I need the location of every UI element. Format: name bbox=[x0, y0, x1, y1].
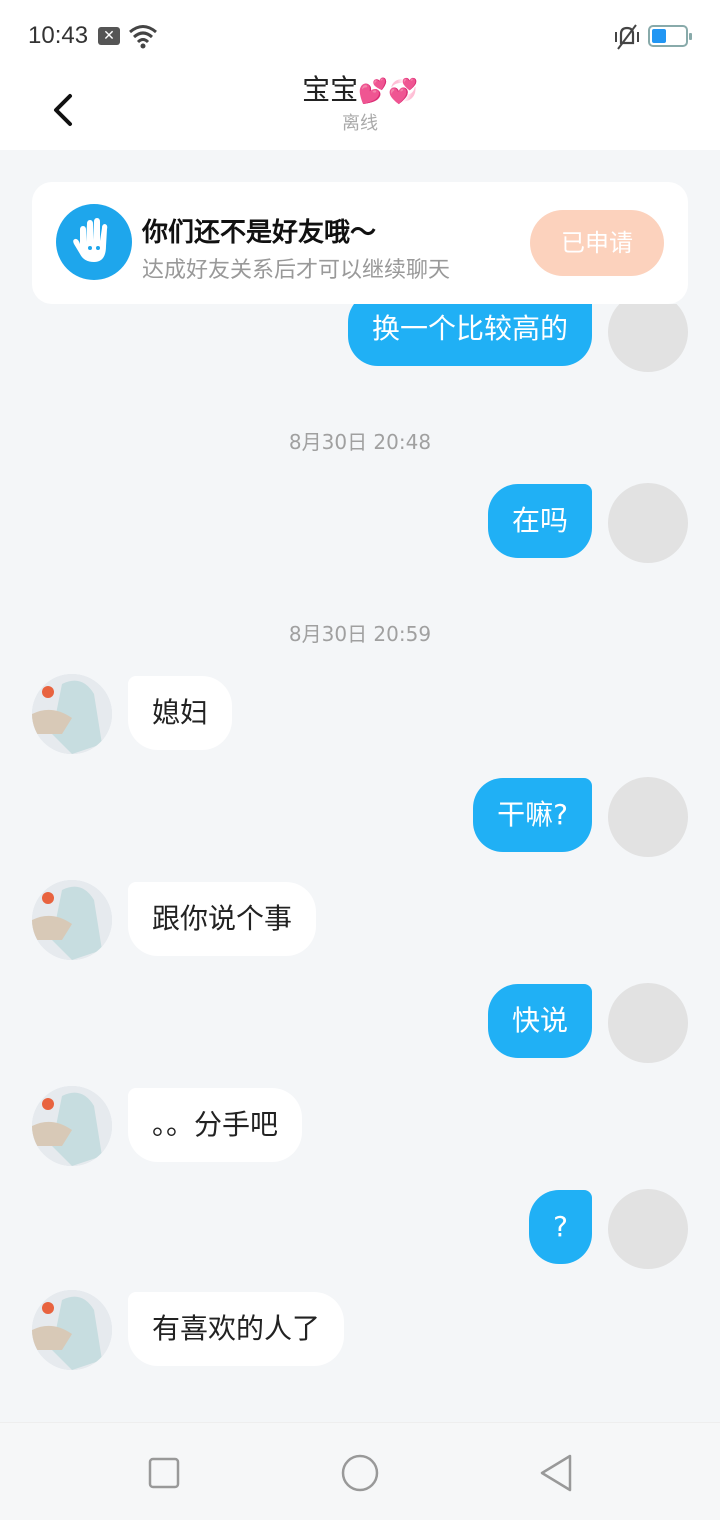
system-nav-bar bbox=[0, 1422, 720, 1520]
recent-apps-icon[interactable] bbox=[148, 1457, 180, 1489]
chat-messages[interactable]: 换一个比较高的 8月30日 20:48 在吗 8月30日 20:59 媳妇 干嘛… bbox=[0, 304, 720, 1422]
status-time: 10:43 bbox=[28, 22, 89, 49]
contact-avatar[interactable] bbox=[32, 880, 112, 960]
hearts-emoji: 💕💞 bbox=[358, 77, 418, 105]
chat-title: 宝宝💕💞 bbox=[0, 72, 720, 109]
vibrate-icon bbox=[615, 24, 639, 50]
wave-hand-icon bbox=[56, 204, 132, 280]
not-friends-subtitle: 达成好友关系后才可以继续聊天 bbox=[142, 258, 451, 283]
contact-avatar[interactable] bbox=[32, 1086, 112, 1166]
not-friends-title: 你们还不是好友哦～ bbox=[142, 218, 377, 248]
title-block: 宝宝💕💞 离线 bbox=[0, 72, 720, 135]
wifi-icon bbox=[129, 25, 157, 49]
timestamp: 8月30日 20:59 bbox=[288, 622, 432, 646]
contact-avatar[interactable] bbox=[32, 1290, 112, 1370]
home-icon[interactable] bbox=[340, 1453, 380, 1493]
back-nav-icon[interactable] bbox=[538, 1453, 574, 1493]
message-bubble-sent[interactable]: ? bbox=[529, 1190, 592, 1264]
message-bubble-sent[interactable]: 换一个比较高的 bbox=[347, 304, 592, 366]
timestamp: 8月30日 20:48 bbox=[288, 430, 432, 454]
applied-button[interactable]: 已申请 bbox=[530, 210, 664, 276]
my-avatar[interactable] bbox=[608, 777, 688, 857]
message-bubble-received[interactable]: 有喜欢的人了 bbox=[128, 1292, 345, 1366]
chat-header: 宝宝💕💞 离线 bbox=[0, 72, 720, 150]
message-bubble-received[interactable]: 媳妇 bbox=[128, 676, 233, 750]
my-avatar[interactable] bbox=[608, 304, 688, 372]
back-icon[interactable] bbox=[40, 82, 88, 138]
notification-icon: ✕ bbox=[98, 27, 120, 45]
my-avatar[interactable] bbox=[608, 1189, 688, 1269]
contact-avatar[interactable] bbox=[32, 674, 112, 754]
message-bubble-received[interactable]: 。。分手吧 bbox=[128, 1088, 303, 1162]
message-bubble-sent[interactable]: 在吗 bbox=[487, 484, 592, 558]
message-bubble-received[interactable]: 跟你说个事 bbox=[128, 882, 317, 956]
friend-request-card: 你们还不是好友哦～ 达成好友关系后才可以继续聊天 已申请 bbox=[32, 182, 688, 304]
my-avatar[interactable] bbox=[608, 483, 688, 563]
message-bubble-sent[interactable]: 干嘛? bbox=[473, 778, 592, 852]
battery-icon bbox=[648, 25, 692, 47]
online-status: 离线 bbox=[342, 113, 378, 134]
my-avatar[interactable] bbox=[608, 983, 688, 1063]
contact-name: 宝宝 bbox=[302, 73, 359, 106]
message-bubble-sent[interactable]: 快说 bbox=[487, 984, 592, 1058]
status-bar: 10:43 ✕ bbox=[0, 0, 720, 72]
